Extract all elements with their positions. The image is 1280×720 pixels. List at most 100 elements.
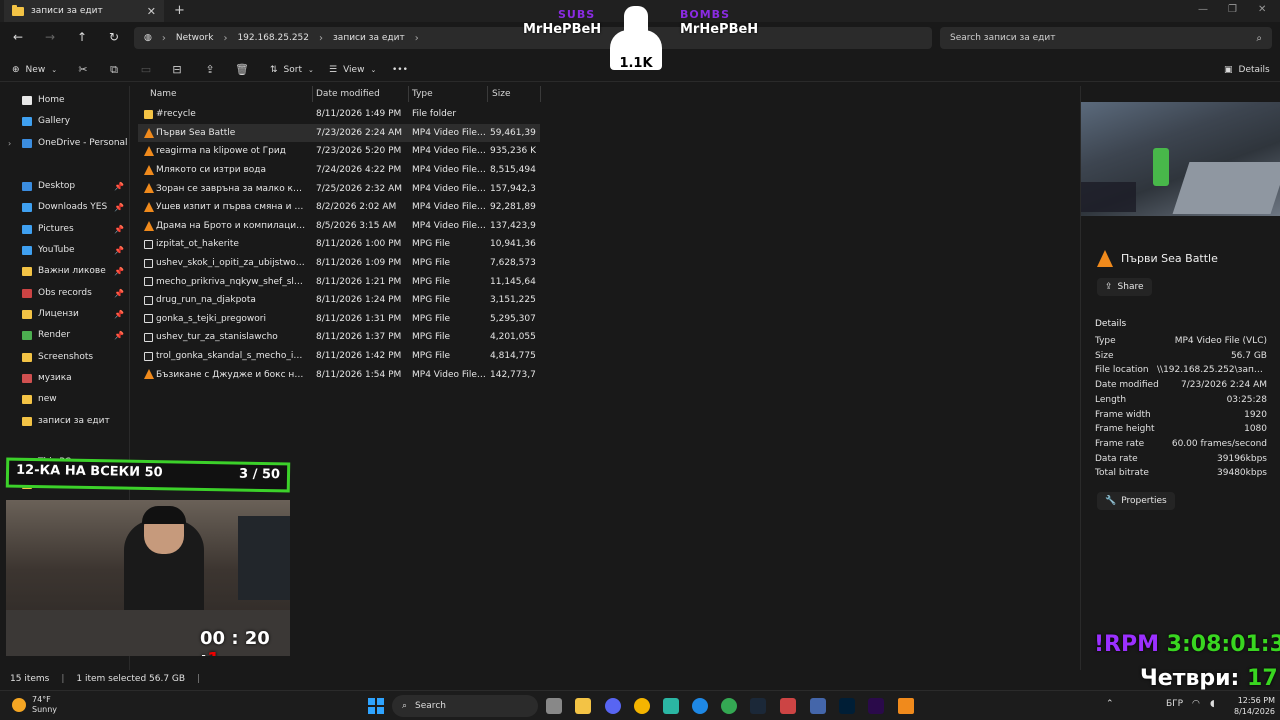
file-row[interactable]: #recycle 8/11/2026 1:49 PM File folder bbox=[138, 105, 540, 124]
sidebar-item[interactable]: Screenshots bbox=[22, 348, 128, 366]
sidebar-item[interactable]: Obs records 📌 bbox=[22, 284, 128, 302]
copy-icon[interactable]: ⧉ bbox=[107, 63, 121, 77]
forward-arrow-icon[interactable]: → bbox=[42, 30, 58, 44]
pin-icon[interactable]: 📌 bbox=[114, 246, 124, 255]
file-row[interactable]: Бъзикане с Джудже и бокс на Синтома ... 8… bbox=[138, 365, 540, 384]
check-icon bbox=[22, 330, 32, 340]
column-type[interactable]: Type bbox=[412, 89, 433, 99]
more-options-button[interactable]: ••• bbox=[392, 62, 408, 78]
cut-icon[interactable]: ✂ bbox=[76, 63, 90, 77]
file-row[interactable]: ushev_tur_za_stanislawcho 8/11/2026 1:37 … bbox=[138, 328, 540, 347]
column-date[interactable]: Date modified bbox=[316, 89, 380, 99]
column-divider[interactable] bbox=[408, 86, 409, 102]
clock[interactable]: 12:56 PM 8/14/2026 bbox=[1234, 695, 1275, 717]
sort-button[interactable]: ⇅ Sort ⌄ bbox=[270, 62, 314, 78]
network-tray-icon[interactable]: ◠ bbox=[1192, 699, 1200, 709]
sidebar-item[interactable]: Home bbox=[22, 91, 128, 109]
view-button[interactable]: ☰ View ⌄ bbox=[329, 62, 376, 78]
sidebar-item[interactable]: YouTube 📌 bbox=[22, 241, 128, 259]
properties-button[interactable]: 🔧 Properties bbox=[1097, 492, 1175, 510]
sidebar-item[interactable]: Gallery bbox=[22, 112, 128, 130]
sidebar-item[interactable]: Важни ликове 📌 bbox=[22, 262, 128, 280]
details-button[interactable]: ▣ Details bbox=[1224, 62, 1270, 78]
file-row[interactable]: Драма на Брото и компилация с появя... 8/… bbox=[138, 217, 540, 236]
taskbar-search[interactable]: ⌕ Search bbox=[392, 695, 538, 717]
file-row[interactable]: ushev_skok_i_opiti_za_ubijstwoto_mu 8/11/… bbox=[138, 254, 540, 273]
file-explorer-icon[interactable] bbox=[575, 698, 591, 714]
search-input[interactable]: Search записи за едит ⌕ bbox=[940, 27, 1272, 49]
detail-property: Frame rate 60.00 frames/second bbox=[1095, 439, 1267, 453]
sidebar-item-label: OneDrive - Personal bbox=[38, 138, 128, 148]
expand-chevron-icon[interactable]: › bbox=[8, 139, 11, 148]
pin-icon[interactable]: 📌 bbox=[114, 203, 124, 212]
discord-icon[interactable] bbox=[605, 698, 621, 714]
game-icon[interactable] bbox=[780, 698, 796, 714]
column-divider[interactable] bbox=[540, 86, 541, 102]
column-divider[interactable] bbox=[487, 86, 488, 102]
pin-icon[interactable]: 📌 bbox=[114, 289, 124, 298]
language-indicator[interactable]: БГР bbox=[1166, 699, 1183, 709]
column-name[interactable]: Name bbox=[150, 89, 177, 99]
file-row[interactable]: drug_run_na_djakpota 8/11/2026 1:24 PM MPG… bbox=[138, 291, 540, 310]
steam-icon[interactable] bbox=[750, 698, 766, 714]
breadcrumb-item[interactable]: записи за едит bbox=[333, 33, 405, 43]
file-row[interactable]: izpitat_ot_hakerite 8/11/2026 1:00 PM MPG … bbox=[138, 235, 540, 254]
sidebar-item[interactable]: записи за едит bbox=[22, 412, 128, 430]
sidebar-item[interactable]: Лицензи 📌 bbox=[22, 305, 128, 323]
task-view-icon[interactable] bbox=[546, 698, 562, 714]
app-icon[interactable] bbox=[810, 698, 826, 714]
sidebar-item[interactable]: музика bbox=[22, 369, 128, 387]
new-button[interactable]: ⊕ New ⌄ bbox=[12, 62, 57, 78]
pin-icon[interactable]: 📌 bbox=[114, 310, 124, 319]
file-row[interactable]: reagirma na klipowe ot Грид 7/23/2026 5:2… bbox=[138, 142, 540, 161]
new-tab-button[interactable]: + bbox=[174, 3, 185, 18]
close-tab-icon[interactable]: ✕ bbox=[147, 5, 156, 18]
paste-icon[interactable]: ▭ bbox=[139, 63, 153, 77]
breadcrumb-item[interactable]: 192.168.25.252 bbox=[237, 33, 309, 43]
start-button[interactable] bbox=[368, 698, 384, 714]
file-row[interactable]: gonka_s_tejki_pregowori 8/11/2026 1:31 PM… bbox=[138, 310, 540, 329]
up-arrow-icon[interactable]: ↑ bbox=[74, 30, 90, 44]
column-divider[interactable] bbox=[312, 86, 313, 102]
status-divider: | bbox=[61, 674, 65, 684]
pin-icon[interactable]: 📌 bbox=[114, 225, 124, 234]
rename-icon[interactable]: ⊟ bbox=[170, 63, 184, 77]
tab-active[interactable]: записи за едит ✕ bbox=[4, 0, 164, 22]
delete-icon[interactable]: 🗑 bbox=[235, 63, 249, 77]
mpg-file-icon bbox=[144, 258, 153, 268]
app-icon[interactable] bbox=[663, 698, 679, 714]
volume-icon[interactable]: ◖ bbox=[1210, 699, 1215, 709]
file-row[interactable]: mecho_prikriva_nqkyw_shef_sled_towa_s...… bbox=[138, 272, 540, 291]
sidebar-item[interactable]: Desktop 📌 bbox=[22, 177, 128, 195]
pin-icon[interactable]: 📌 bbox=[114, 267, 124, 276]
messenger-icon[interactable] bbox=[692, 698, 708, 714]
minimize-icon[interactable]: — bbox=[1198, 4, 1208, 15]
chrome-icon[interactable] bbox=[634, 698, 650, 714]
file-row[interactable]: Зоран се завръна за малко компилация... 7… bbox=[138, 179, 540, 198]
file-row[interactable]: Първи Sea Battle 7/23/2026 2:24 AM MP4 Vid… bbox=[138, 123, 540, 143]
share-button[interactable]: ⇪ Share bbox=[1097, 278, 1152, 296]
maximize-icon[interactable]: ❐ bbox=[1228, 4, 1237, 15]
weather-widget[interactable]: 74°F Sunny bbox=[12, 695, 57, 715]
sidebar-item[interactable]: Downloads YES 📌 bbox=[22, 198, 128, 216]
sidebar-item[interactable]: › OneDrive - Personal bbox=[8, 134, 128, 152]
file-row[interactable]: Ушев изпит и първа смяна и гонки 8/2/2026… bbox=[138, 198, 540, 217]
vlc-taskbar-icon[interactable] bbox=[898, 698, 914, 714]
premiere-icon[interactable] bbox=[868, 698, 884, 714]
sidebar-item[interactable]: Pictures 📌 bbox=[22, 220, 128, 238]
file-row[interactable]: trol_gonka_skandal_s_mecho_i_sreshta_s..… bbox=[138, 347, 540, 366]
column-size[interactable]: Size bbox=[492, 89, 510, 99]
close-window-icon[interactable]: ✕ bbox=[1258, 4, 1266, 15]
back-arrow-icon[interactable]: ← bbox=[10, 30, 26, 44]
chrome-alt-icon[interactable] bbox=[721, 698, 737, 714]
file-row[interactable]: Млякото си изтри вода 7/24/2026 4:22 PM MP… bbox=[138, 161, 540, 180]
photoshop-icon[interactable] bbox=[839, 698, 855, 714]
breadcrumb-item[interactable]: Network bbox=[176, 33, 214, 43]
chevron-up-icon[interactable]: ⌃ bbox=[1106, 699, 1114, 709]
sidebar-item[interactable]: new bbox=[22, 390, 128, 408]
share-icon[interactable]: ⇪ bbox=[203, 63, 217, 77]
pin-icon[interactable]: 📌 bbox=[114, 331, 124, 340]
refresh-icon[interactable]: ↻ bbox=[106, 30, 122, 44]
sidebar-item[interactable]: Render 📌 bbox=[22, 326, 128, 344]
pin-icon[interactable]: 📌 bbox=[114, 182, 124, 191]
